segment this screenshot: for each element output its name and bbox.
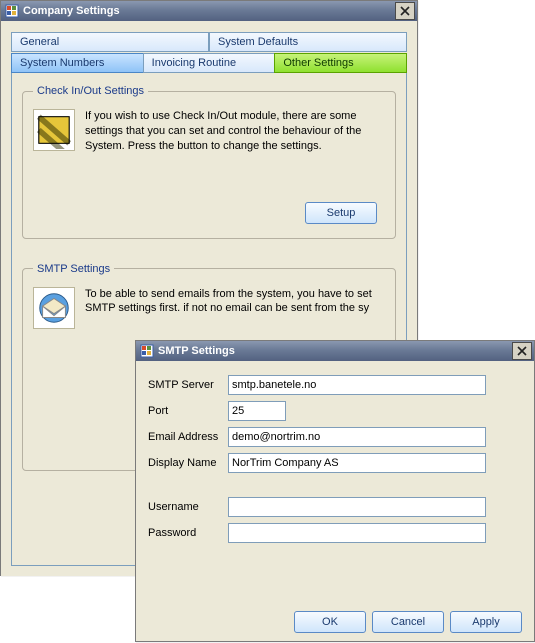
label-display-name: Display Name [148, 457, 228, 469]
label-email: Email Address [148, 431, 228, 443]
input-username[interactable] [228, 497, 486, 517]
input-smtp-server[interactable] [228, 375, 486, 395]
row-port: Port [148, 401, 522, 421]
cancel-button[interactable]: Cancel [372, 611, 444, 633]
smtp-legend: SMTP Settings [33, 263, 114, 275]
apply-button[interactable]: Apply [450, 611, 522, 633]
row-smtp-server: SMTP Server [148, 375, 522, 395]
label-smtp-server: SMTP Server [148, 379, 228, 391]
tab-system-defaults-label: System Defaults [218, 36, 298, 48]
window-icon [140, 344, 154, 358]
tab-general-label: General [20, 36, 59, 48]
tabs-row-1: General System Defaults [11, 31, 407, 52]
smtp-settings-titlebar[interactable]: SMTP Settings [136, 341, 534, 361]
close-icon[interactable] [395, 2, 415, 20]
tab-other-settings[interactable]: Other Settings [274, 53, 407, 73]
ok-button[interactable]: OK [294, 611, 366, 633]
smtp-button-row: OK Cancel Apply [148, 603, 522, 633]
tab-system-numbers-label: System Numbers [20, 57, 104, 69]
tab-other-settings-label: Other Settings [283, 57, 353, 69]
label-password: Password [148, 527, 228, 539]
smtp-settings-body: SMTP Server Port Email Address Display N… [136, 361, 534, 641]
row-display-name: Display Name [148, 453, 522, 473]
window-icon [5, 4, 19, 18]
input-port[interactable] [228, 401, 286, 421]
checkinout-legend: Check In/Out Settings [33, 85, 148, 97]
checkinout-fieldset: Check In/Out Settings If you wish to use… [22, 85, 396, 239]
tab-invoicing-routine-label: Invoicing Routine [152, 57, 236, 69]
label-port: Port [148, 405, 228, 417]
label-username: Username [148, 501, 228, 513]
row-username: Username [148, 497, 522, 517]
mail-icon [33, 287, 75, 329]
row-email: Email Address [148, 427, 522, 447]
checkinout-text: If you wish to use Check In/Out module, … [85, 109, 385, 154]
input-display-name[interactable] [228, 453, 486, 473]
close-icon[interactable] [512, 342, 532, 360]
row-password: Password [148, 523, 522, 543]
company-settings-title: Company Settings [23, 5, 395, 17]
tabs-row-2: System Numbers Invoicing Routine Other S… [11, 52, 407, 73]
setup-button[interactable]: Setup [305, 202, 377, 224]
tab-invoicing-routine[interactable]: Invoicing Routine [143, 53, 275, 73]
smtp-settings-title: SMTP Settings [158, 345, 512, 357]
company-settings-titlebar[interactable]: Company Settings [1, 1, 417, 21]
tab-system-numbers[interactable]: System Numbers [11, 53, 143, 73]
smtp-settings-window: SMTP Settings SMTP Server Port Email Add… [135, 340, 535, 642]
input-password[interactable] [228, 523, 486, 543]
tab-general[interactable]: General [11, 32, 209, 52]
checkinout-icon [33, 109, 75, 151]
tab-system-defaults[interactable]: System Defaults [209, 32, 407, 52]
smtp-text: To be able to send emails from the syste… [85, 287, 385, 329]
input-email[interactable] [228, 427, 486, 447]
